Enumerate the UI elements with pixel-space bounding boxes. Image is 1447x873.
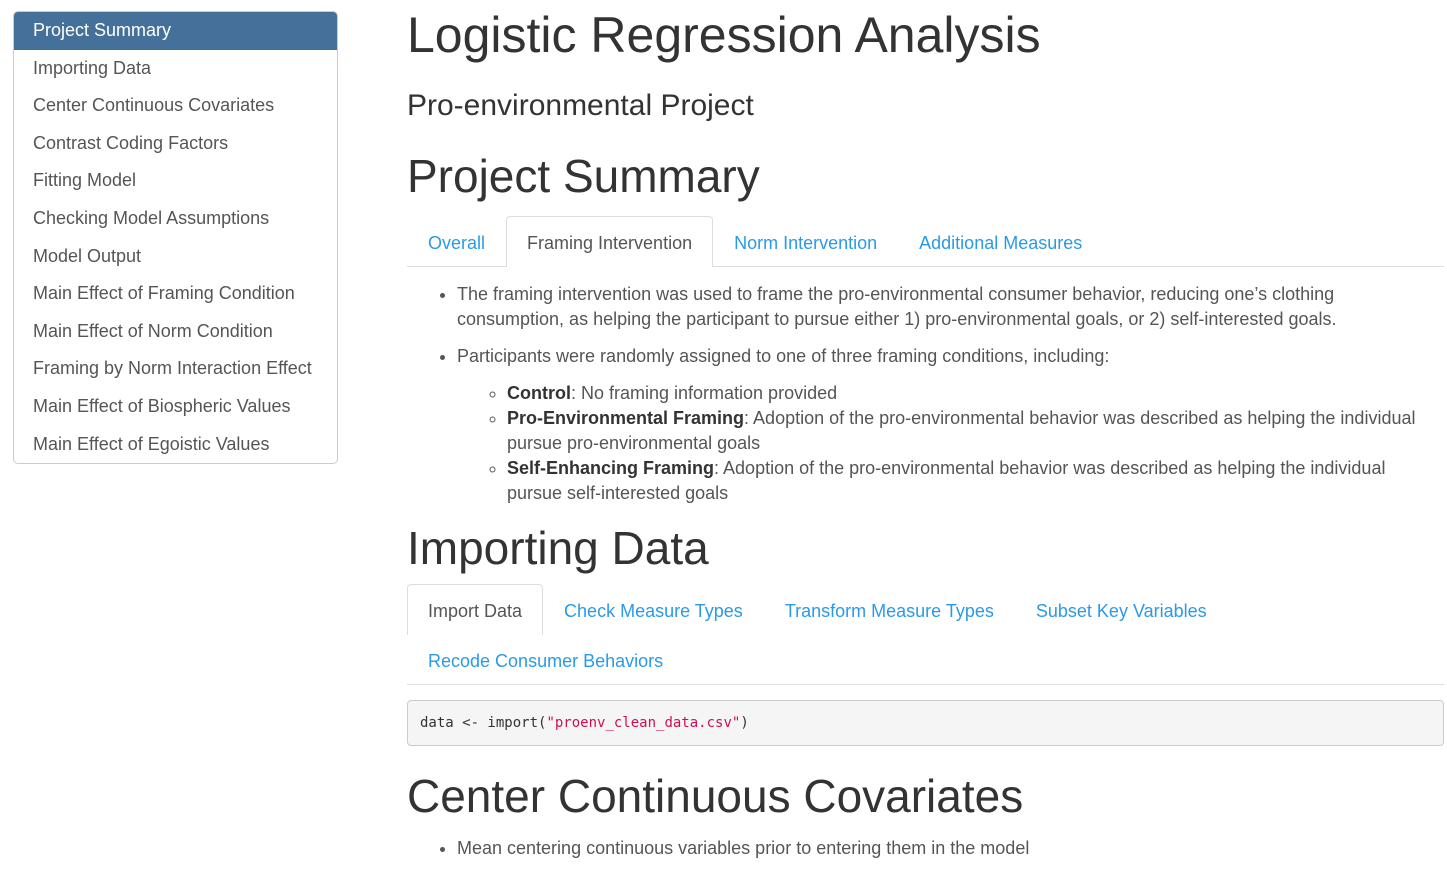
code-text: data <- import( [420,715,547,731]
tab-transform-measure-types[interactable]: Transform Measure Types [764,584,1015,635]
tab-norm-intervention[interactable]: Norm Intervention [713,216,898,267]
condition-desc: : No framing information provided [570,383,838,403]
list-item: The framing intervention was used to fra… [457,282,1444,332]
list-item: Mean centering continuous variables prio… [457,836,1444,861]
code-block: data <- import("proenv_clean_data.csv") [407,700,1444,746]
toc-item-norm-effect[interactable]: Main Effect of Norm Condition [14,313,337,351]
toc-item-fitting-model[interactable]: Fitting Model [14,162,337,200]
code-text: ) [740,715,749,731]
toc-item-biospheric-values[interactable]: Main Effect of Biospheric Values [14,388,337,426]
section-heading-project-summary: Project Summary [407,150,760,202]
framing-list: The framing intervention was used to fra… [407,282,1444,506]
code-string: "proenv_clean_data.csv" [546,715,741,731]
page-subtitle: Pro-environmental Project [407,89,754,122]
table-of-contents: Project Summary Importing Data Center Co… [13,11,338,465]
tab-framing-intervention[interactable]: Framing Intervention [506,216,714,267]
center-list: Mean centering continuous variables prio… [407,836,1444,861]
page-title: Logistic Regression Analysis [407,7,1041,63]
condition-item: Pro-Environmental Framing: Adoption of t… [507,406,1444,456]
tab-overall[interactable]: Overall [407,216,506,267]
tab-additional-measures[interactable]: Additional Measures [898,216,1103,267]
toc-item-interaction-effect[interactable]: Framing by Norm Interaction Effect [14,350,337,388]
condition-name: Self-Enhancing Framing [507,458,715,478]
toc-item-checking-assumptions[interactable]: Checking Model Assumptions [14,200,337,238]
tab-subset-key-variables[interactable]: Subset Key Variables [1015,584,1228,635]
summary-tabs: Overall Framing Intervention Norm Interv… [407,216,1444,267]
section-heading-center-covariates: Center Continuous Covariates [407,770,1024,822]
condition-item: Self-Enhancing Framing: Adoption of the … [507,456,1444,506]
condition-item: Control: No framing information provided [507,381,1444,406]
list-item-text: Participants were randomly assigned to o… [457,346,1110,366]
toc-item-model-output[interactable]: Model Output [14,238,337,276]
main-content: Logistic Regression Analysis Pro-environ… [407,0,1444,873]
condition-name: Control [507,383,571,403]
toc-item-egoistic-values[interactable]: Main Effect of Egoistic Values [14,426,337,464]
list-item: Participants were randomly assigned to o… [457,344,1444,506]
toc-item-contrast-coding[interactable]: Contrast Coding Factors [14,125,337,163]
toc-item-center-covariates[interactable]: Center Continuous Covariates [14,87,337,125]
condition-name: Pro-Environmental Framing [507,408,745,428]
section-heading-importing-data: Importing Data [407,522,709,574]
toc-item-importing-data[interactable]: Importing Data [14,50,337,88]
toc-item-project-summary[interactable]: Project Summary [14,12,337,50]
toc-item-framing-effect[interactable]: Main Effect of Framing Condition [14,275,337,313]
importing-tabs: Import Data Check Measure Types Transfor… [407,584,1444,685]
tab-recode-consumer-behaviors[interactable]: Recode Consumer Behaviors [407,634,684,685]
tab-check-measure-types[interactable]: Check Measure Types [543,584,764,635]
tab-import-data[interactable]: Import Data [407,584,544,635]
